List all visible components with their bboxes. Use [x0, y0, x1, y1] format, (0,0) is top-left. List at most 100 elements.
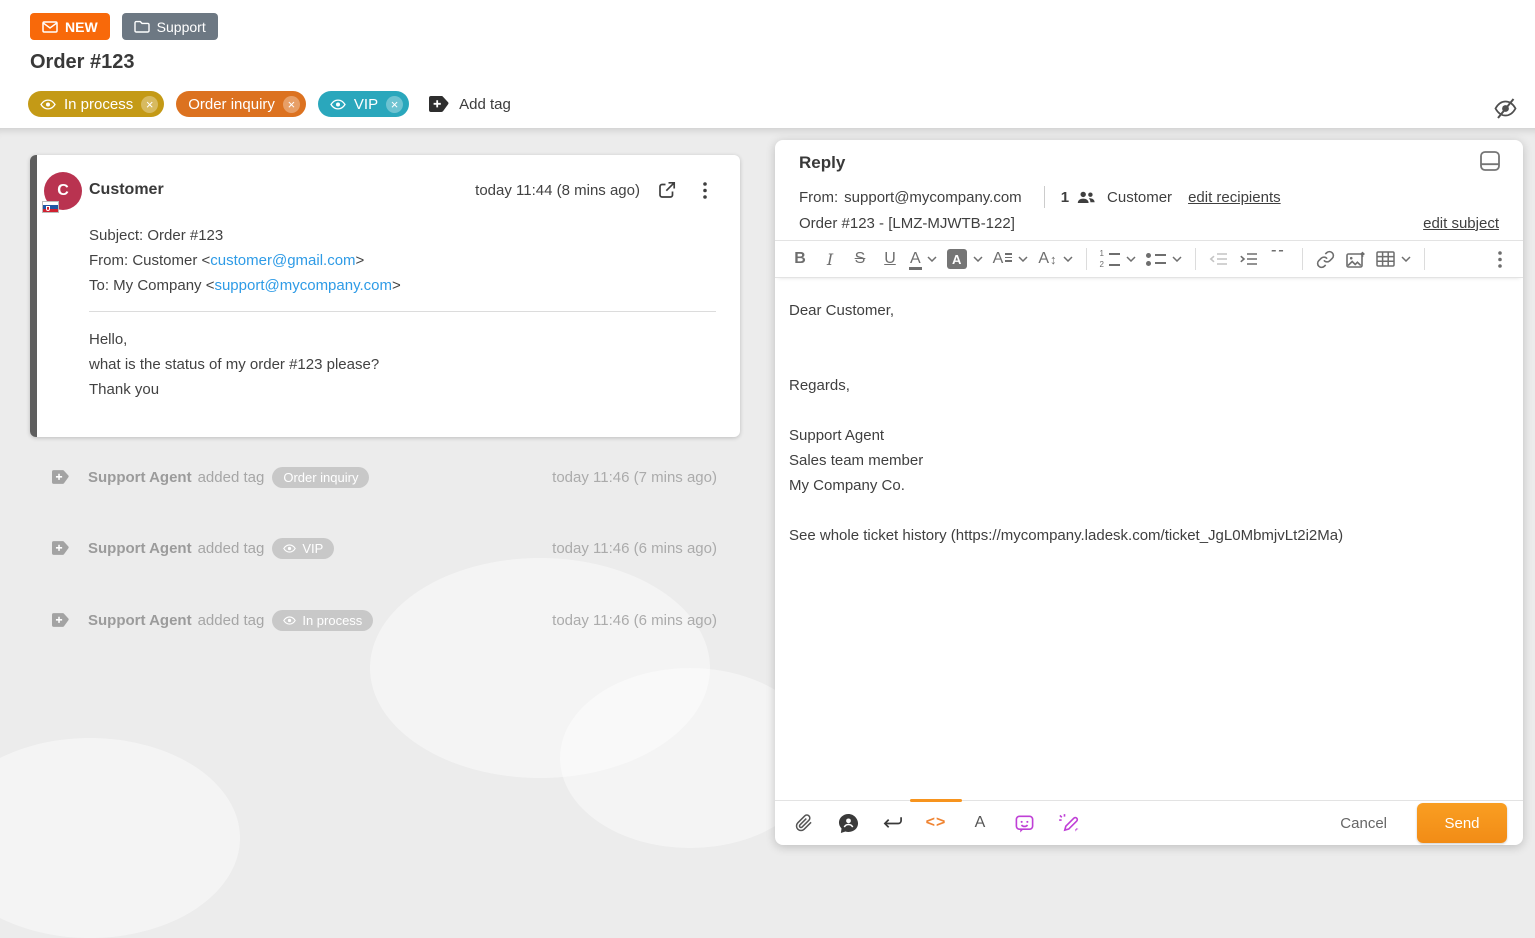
- tag-row: In process × Order inquiry × VIP × Add t…: [28, 91, 511, 117]
- toolbar-divider: [1195, 248, 1196, 270]
- tag-remove-icon[interactable]: ×: [386, 96, 403, 113]
- bold-button[interactable]: B: [787, 245, 813, 273]
- indent-button[interactable]: [1236, 245, 1262, 273]
- highlight-color-button[interactable]: A: [944, 245, 986, 273]
- recipient-name: Customer: [1107, 189, 1172, 206]
- toolbar-more-button[interactable]: [1487, 245, 1513, 273]
- customer-message-card: C Customer today 11:44 (8 mins ago): [30, 155, 740, 437]
- editor-line: My Company Co.: [789, 473, 1509, 498]
- add-tag-button[interactable]: Add tag: [429, 96, 511, 113]
- to-email-link[interactable]: support@mycompany.com: [214, 277, 392, 294]
- insert-table-button[interactable]: [1373, 245, 1414, 273]
- edit-recipients-link[interactable]: edit recipients: [1188, 189, 1281, 206]
- message-meta: Subject: Order #123 From: Customer <cust…: [89, 223, 716, 298]
- return-arrow-icon[interactable]: [881, 808, 903, 838]
- eye-icon: [330, 99, 346, 110]
- external-link-icon[interactable]: [656, 179, 678, 201]
- message-body-line: Hello,: [89, 327, 716, 352]
- activity-tag-label: VIP: [302, 541, 323, 556]
- from-email-link[interactable]: customer@gmail.com: [210, 252, 355, 269]
- message-subject: Subject: Order #123: [89, 223, 716, 248]
- toolbar-divider: [1302, 248, 1303, 270]
- reply-from-email: support@mycompany.com: [844, 189, 1022, 206]
- toolbar-divider: [1086, 248, 1087, 270]
- background-cloud: [0, 738, 240, 938]
- message-divider: [89, 311, 716, 312]
- department-button[interactable]: Support: [122, 13, 218, 40]
- page-title: Order #123: [30, 51, 135, 74]
- tag-remove-icon[interactable]: ×: [283, 96, 300, 113]
- italic-button[interactable]: I: [817, 245, 843, 273]
- reply-from-row: From: support@mycompany.com 1 Customer e…: [799, 184, 1499, 210]
- ai-chat-icon[interactable]: [1013, 808, 1035, 838]
- activity-row: Support Agent added tag In process today…: [30, 607, 740, 633]
- insert-link-button[interactable]: [1313, 245, 1339, 273]
- activity-agent: Support Agent: [88, 540, 192, 557]
- ticket-page: NEW Support Order #123 In process × Orde…: [0, 0, 1535, 856]
- ordered-list-button[interactable]: 12: [1097, 245, 1139, 273]
- add-tag-label: Add tag: [459, 96, 511, 113]
- slovakia-flag-icon: [42, 201, 59, 213]
- outdent-button[interactable]: [1206, 245, 1232, 273]
- tag-order-inquiry[interactable]: Order inquiry ×: [176, 91, 306, 117]
- code-view-button[interactable]: <>: [925, 808, 947, 838]
- editor-line: [789, 348, 1509, 373]
- reply-header: Reply From: support@mycompany.com 1 Cust…: [775, 140, 1523, 240]
- bullet-list-button[interactable]: [1143, 245, 1185, 273]
- font-size-button[interactable]: A↕: [1035, 245, 1075, 273]
- envelope-check-icon: [42, 21, 58, 33]
- tag-remove-icon[interactable]: ×: [141, 96, 158, 113]
- underline-button[interactable]: U: [877, 245, 903, 273]
- eye-icon: [40, 99, 56, 110]
- eye-off-button[interactable]: [1493, 97, 1519, 123]
- editor-line: Support Agent: [789, 423, 1509, 448]
- activity-tag-label: In process: [302, 613, 362, 628]
- reply-editor[interactable]: Dear Customer, Regards, Support Agent Sa…: [775, 278, 1523, 800]
- header-button-row: NEW Support: [30, 13, 218, 40]
- activity-tag-pill: VIP: [272, 538, 334, 559]
- status-new-label: NEW: [65, 19, 98, 35]
- activity-tag-pill: In process: [272, 610, 373, 631]
- message-header: Customer today 11:44 (8 mins ago): [89, 155, 716, 201]
- font-color-button[interactable]: A: [907, 245, 940, 273]
- paperclip-icon[interactable]: [793, 808, 815, 838]
- activity-agent: Support Agent: [88, 469, 192, 486]
- people-icon: [1077, 191, 1095, 204]
- tag-vip[interactable]: VIP ×: [318, 91, 409, 117]
- folder-icon: [134, 20, 150, 33]
- status-new-button[interactable]: NEW: [30, 13, 110, 40]
- plain-text-button[interactable]: A: [969, 808, 991, 838]
- reply-subject-row: Order #123 - [LMZ-MJWTB-122] edit subjec…: [799, 210, 1499, 236]
- tag-label: In process: [64, 96, 133, 113]
- activity-timestamp: today 11:46 (7 mins ago): [552, 469, 717, 486]
- activity-row: Support Agent added tag Order inquiry to…: [30, 464, 740, 490]
- tag-plus-icon: [52, 470, 70, 484]
- ticket-content: C Customer today 11:44 (8 mins ago): [0, 128, 1535, 856]
- kebab-menu-icon[interactable]: [694, 179, 716, 201]
- reply-bottom-bar: <> A Cancel Send: [775, 800, 1523, 845]
- avatar: C: [44, 172, 82, 210]
- insert-image-button[interactable]: [1343, 245, 1369, 273]
- eye-icon: [283, 544, 296, 553]
- edit-subject-link[interactable]: edit subject: [1423, 215, 1499, 232]
- active-tab-indicator: [910, 799, 962, 802]
- ai-pencil-icon[interactable]: [1057, 808, 1079, 838]
- reply-panel: Reply From: support@mycompany.com 1 Cust…: [775, 140, 1523, 845]
- activity-action: added tag: [198, 612, 265, 629]
- canned-message-icon[interactable]: [837, 808, 859, 838]
- activity-timestamp: today 11:46 (6 mins ago): [552, 540, 717, 557]
- tag-plus-icon: [429, 96, 450, 112]
- tag-in-process[interactable]: In process ×: [28, 91, 164, 117]
- dock-panel-icon[interactable]: [1479, 150, 1503, 174]
- strikethrough-button[interactable]: S: [847, 245, 873, 273]
- tag-label: Order inquiry: [188, 96, 275, 113]
- message-body: Hello, what is the status of my order #1…: [89, 327, 716, 402]
- reply-title: Reply: [799, 153, 1499, 173]
- blockquote-button[interactable]: “: [1266, 245, 1292, 273]
- cancel-button[interactable]: Cancel: [1340, 815, 1387, 832]
- editor-line: Dear Customer,: [789, 298, 1509, 323]
- send-button[interactable]: Send: [1417, 803, 1507, 843]
- recipients-count: 1: [1061, 189, 1069, 206]
- activity-action: added tag: [198, 540, 265, 557]
- font-family-button[interactable]: A: [990, 245, 1032, 273]
